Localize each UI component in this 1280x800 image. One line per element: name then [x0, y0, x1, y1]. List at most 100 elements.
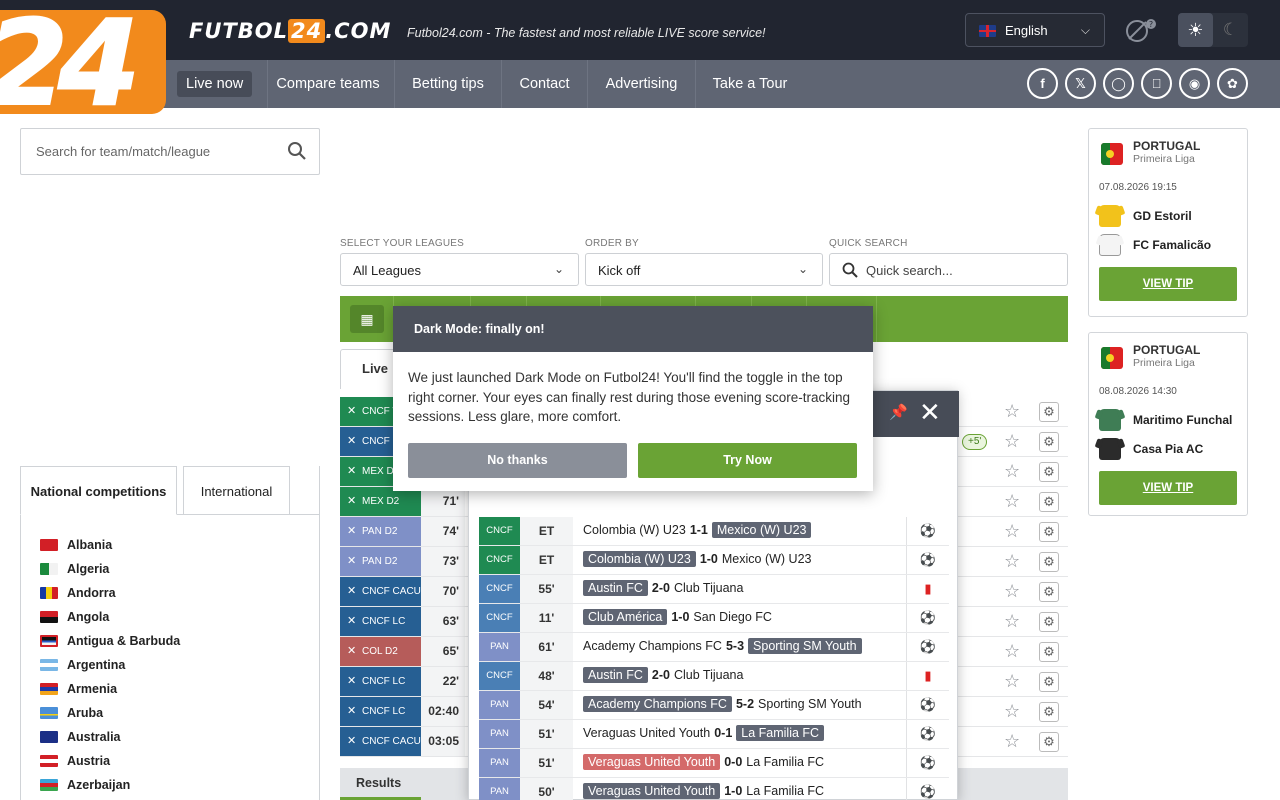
try-now-button[interactable]: Try Now	[638, 443, 857, 478]
nav-compare-teams[interactable]: Compare teams	[262, 60, 395, 108]
star-icon[interactable]: ☆	[1004, 461, 1020, 482]
gear-icon[interactable]: ⚙	[1039, 612, 1059, 632]
remove-icon[interactable]: ✕	[347, 607, 356, 636]
search-icon[interactable]	[287, 141, 307, 161]
league-badge[interactable]: ✕ CNCF LC	[340, 667, 421, 696]
facebook-icon[interactable]: f	[1027, 68, 1058, 99]
remove-icon[interactable]: ✕	[347, 517, 356, 546]
order-select[interactable]: Kick off ⌄	[585, 253, 823, 286]
event-row[interactable]: CNCF 55' Austin FC 2-0 Club Tijuana ▮	[479, 575, 949, 604]
tip-card[interactable]: PORTUGAL Primeira Liga 08.08.2026 14:30 …	[1088, 332, 1248, 516]
gear-icon[interactable]: ⚙	[1039, 702, 1059, 722]
site-logo[interactable]: 24	[0, 10, 166, 114]
pin-icon[interactable]: 📌	[889, 403, 908, 421]
remove-icon[interactable]: ✕	[347, 637, 356, 666]
gear-icon[interactable]: ⚙	[1039, 552, 1059, 572]
league-badge[interactable]: ✕ MEX D2	[340, 487, 421, 516]
league-badge[interactable]: ✕ CNCF CACUP	[340, 577, 421, 606]
language-select[interactable]: English ⌵	[965, 13, 1105, 47]
brand-name[interactable]: FUTBOL 24 .COM	[189, 19, 391, 43]
dark-mode-toggle[interactable]: ☀ ☾	[1178, 13, 1248, 47]
star-icon[interactable]: ☆	[1004, 431, 1020, 452]
gear-icon[interactable]: ⚙	[1039, 582, 1059, 602]
results-tab[interactable]: Results	[340, 768, 421, 800]
no-ads-icon[interactable]: ?	[1122, 15, 1158, 45]
match-line: Club América 1-0 San Diego FC	[583, 609, 772, 625]
tab-national-competitions[interactable]: National competitions	[20, 466, 177, 515]
league-badge[interactable]: ✕ PAN D2	[340, 547, 421, 576]
android-icon[interactable]: ◉	[1179, 68, 1210, 99]
league-badge[interactable]: ✕ CNCF LC	[340, 607, 421, 636]
nav-live-now[interactable]: Live now	[177, 60, 269, 108]
star-icon[interactable]: ☆	[1004, 551, 1020, 572]
tip-card[interactable]: PORTUGAL Primeira Liga 07.08.2026 19:15 …	[1088, 128, 1248, 317]
remove-icon[interactable]: ✕	[347, 667, 356, 696]
star-icon[interactable]: ☆	[1004, 401, 1020, 422]
tab-international[interactable]: International	[183, 466, 290, 515]
remove-icon[interactable]: ✕	[347, 547, 356, 576]
event-row[interactable]: CNCF ET Colombia (W) U23 1-1 Mexico (W) U23 ⚽	[479, 517, 949, 546]
remove-icon[interactable]: ✕	[347, 457, 356, 486]
sun-icon[interactable]: ☀	[1178, 13, 1213, 47]
home-shirt-icon	[1099, 409, 1121, 431]
close-icon[interactable]: ✕	[919, 397, 941, 428]
event-row[interactable]: PAN 54' Academy Champions FC 5-2 Sporting SM…	[479, 691, 949, 720]
nav-take-a-tour[interactable]: Take a Tour	[696, 60, 804, 108]
league-badge[interactable]: ✕ CNCF LC	[340, 697, 421, 726]
view-tip-button[interactable]: VIEW TIP	[1099, 471, 1237, 505]
star-icon[interactable]: ☆	[1004, 731, 1020, 752]
gear-icon[interactable]: ⚙	[1039, 432, 1059, 452]
league-badge[interactable]: ✕ PAN D2	[340, 517, 421, 546]
leagues-select[interactable]: All Leagues ⌄	[340, 253, 579, 286]
star-icon[interactable]: ☆	[1004, 701, 1020, 722]
league-badge[interactable]: ✕ CNCF CACUP	[340, 727, 421, 756]
nav-advertising[interactable]: Advertising	[588, 60, 696, 108]
apple-icon[interactable]: 	[1141, 68, 1172, 99]
view-tip-button[interactable]: VIEW TIP	[1099, 267, 1237, 301]
score: 5-3	[725, 639, 745, 653]
gear-icon[interactable]: ⚙	[1039, 672, 1059, 692]
home-team: Veraguas United Youth	[583, 754, 721, 770]
event-row[interactable]: CNCF 48' Austin FC 2-0 Club Tijuana ▮	[479, 662, 949, 691]
event-row[interactable]: PAN 50' Veraguas United Youth 1-0 La Familia…	[479, 778, 949, 800]
remove-icon[interactable]: ✕	[347, 577, 356, 606]
star-icon[interactable]: ☆	[1004, 611, 1020, 632]
event-row[interactable]: CNCF 11' Club América 1-0 San Diego FC ⚽	[479, 604, 949, 633]
moon-icon[interactable]: ☾	[1213, 13, 1248, 47]
event-row[interactable]: PAN 51' Veraguas United Youth 0-0 La Familia…	[479, 749, 949, 778]
x-icon[interactable]: 𝕏	[1065, 68, 1096, 99]
nav-label: Take a Tour	[712, 76, 788, 92]
red-card-cancelled-icon: ▮	[906, 575, 949, 603]
armenia-flag-icon	[40, 683, 58, 695]
gear-icon[interactable]: ⚙	[1039, 642, 1059, 662]
star-icon[interactable]: ☆	[1004, 641, 1020, 662]
remove-icon[interactable]: ✕	[347, 697, 356, 726]
event-row[interactable]: PAN 51' Veraguas United Youth 0-1 La Familia…	[479, 720, 949, 749]
remove-icon[interactable]: ✕	[347, 397, 356, 426]
instagram-icon[interactable]: ◯	[1103, 68, 1134, 99]
nav-contact[interactable]: Contact	[502, 60, 588, 108]
portugal-flag-icon	[1101, 347, 1123, 369]
league-badge[interactable]: ✕ COL D2	[340, 637, 421, 666]
team-search-input[interactable]: Search for team/match/league	[20, 128, 320, 175]
quick-search-input[interactable]: Quick search...	[829, 253, 1068, 286]
gear-icon[interactable]: ⚙	[1039, 732, 1059, 752]
gear-icon[interactable]: ⚙	[1039, 522, 1059, 542]
huawei-icon[interactable]: ✿	[1217, 68, 1248, 99]
tip-home-team: Maritimo Funchal	[1133, 413, 1233, 427]
gear-icon[interactable]: ⚙	[1039, 492, 1059, 512]
star-icon[interactable]: ☆	[1004, 581, 1020, 602]
calendar-icon[interactable]: ▦	[350, 305, 384, 333]
gear-icon[interactable]: ⚙	[1039, 402, 1059, 422]
star-icon[interactable]: ☆	[1004, 521, 1020, 542]
event-row[interactable]: PAN 61' Academy Champions FC 5-3 Sporting SM…	[479, 633, 949, 662]
nav-betting-tips[interactable]: Betting tips	[395, 60, 502, 108]
event-row[interactable]: CNCF ET Colombia (W) U23 1-0 Mexico (W) U23 ⚽	[479, 546, 949, 575]
gear-icon[interactable]: ⚙	[1039, 462, 1059, 482]
star-icon[interactable]: ☆	[1004, 671, 1020, 692]
no-thanks-button[interactable]: No thanks	[408, 443, 627, 478]
remove-icon[interactable]: ✕	[347, 727, 356, 756]
remove-icon[interactable]: ✕	[347, 487, 356, 516]
remove-icon[interactable]: ✕	[347, 427, 356, 456]
star-icon[interactable]: ☆	[1004, 491, 1020, 512]
